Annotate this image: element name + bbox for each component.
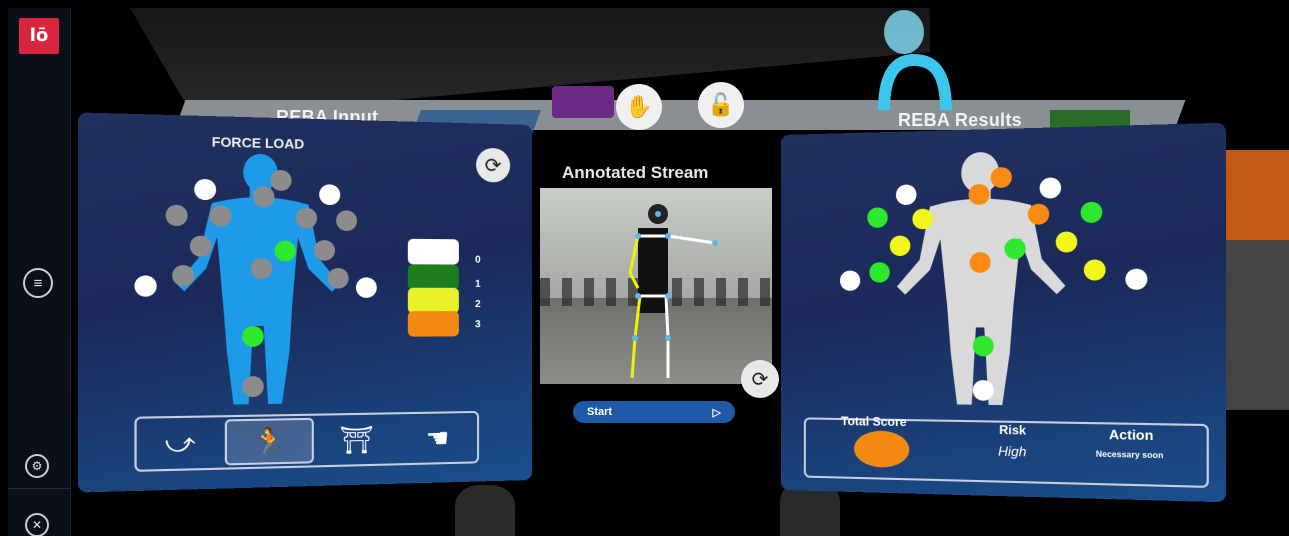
action-label: Action — [1108, 426, 1154, 444]
reba-results-panel: Total Score Risk High Action Necessary s… — [781, 122, 1226, 503]
legend-label: 0 — [475, 254, 481, 266]
push-load-icon[interactable]: 🏃 — [225, 417, 314, 466]
risk-value: High — [998, 443, 1027, 460]
body-dot[interactable] — [270, 169, 292, 191]
rotate-body-icon[interactable]: ⤻ — [137, 417, 223, 469]
body-dot[interactable] — [336, 210, 358, 232]
legend-swatch-3 — [407, 311, 459, 337]
legend-label: 2 — [475, 298, 481, 311]
app-logo[interactable]: lō — [19, 18, 59, 54]
body-dot[interactable] — [250, 258, 273, 280]
body-dot[interactable] — [252, 186, 275, 208]
left-controller — [455, 485, 515, 536]
body-dot[interactable] — [209, 205, 232, 227]
legend-swatch-1 — [407, 264, 459, 290]
close-icon[interactable]: ✕ — [25, 513, 49, 536]
result-dot — [869, 262, 890, 283]
result-dot — [1080, 201, 1103, 224]
legend-label: 3 — [475, 319, 481, 331]
result-dot — [1004, 238, 1026, 260]
menu-icon[interactable]: ≡ — [23, 268, 53, 298]
body-dot[interactable] — [274, 240, 296, 262]
result-dot — [889, 235, 911, 257]
stream-title: Annotated Stream — [562, 163, 709, 182]
hand-grip-icon[interactable]: ☚ — [397, 413, 477, 463]
body-dot[interactable] — [134, 275, 157, 297]
result-dot — [969, 252, 991, 273]
sidebar-divider — [8, 488, 70, 489]
body-dot[interactable] — [319, 184, 341, 206]
unlock-icon[interactable]: 🔓 — [698, 82, 744, 128]
play-icon: ▷ — [712, 406, 721, 419]
body-dot[interactable] — [295, 207, 318, 229]
start-label: Start — [587, 406, 613, 418]
start-button[interactable]: Start ▷ — [573, 401, 735, 423]
avatar-icon — [878, 10, 952, 110]
annotated-video — [540, 188, 772, 384]
results-summary: Total Score Risk High Action Necessary s… — [803, 413, 1209, 488]
background-purple-box — [552, 86, 614, 118]
body-dot[interactable] — [242, 325, 264, 347]
result-dot — [1125, 268, 1148, 290]
desk-worker-icon[interactable]: ⛩ — [315, 414, 397, 465]
vr-scene: lō ≡ ⚙ ✕ ✋ 🔓 REBA Input FORCE LOAD ⟳ 0 1… — [0, 0, 1289, 536]
body-dot[interactable] — [189, 235, 212, 257]
body-dot[interactable] — [194, 178, 217, 201]
legend-swatch-2 — [407, 287, 459, 314]
refresh-icon[interactable]: ⟳ — [476, 147, 511, 183]
legend-label: 1 — [475, 278, 481, 290]
legend-swatch-0 — [407, 238, 459, 265]
body-dot[interactable] — [327, 267, 349, 289]
skeleton-overlay — [628, 204, 718, 379]
result-dot — [912, 208, 934, 230]
reba-input-panel: FORCE LOAD ⟳ 0 1 2 3 ⤻ 🏃 ⛩ ☚ — [78, 112, 533, 493]
body-dot[interactable] — [355, 277, 377, 298]
result-dot — [1083, 259, 1106, 281]
gear-icon[interactable]: ⚙ — [25, 454, 49, 478]
stream-refresh-icon[interactable]: ⟳ — [741, 360, 779, 398]
body-dot[interactable] — [165, 204, 188, 227]
posture-toolbar: ⤻ 🏃 ⛩ ☚ — [134, 410, 480, 472]
result-dot — [972, 335, 994, 357]
hand-icon[interactable]: ✋ — [616, 84, 662, 130]
result-dot — [1055, 231, 1078, 253]
risk-label: Risk — [999, 422, 1027, 438]
result-dot — [972, 379, 994, 401]
result-dot — [839, 270, 861, 291]
force-load-label: FORCE LOAD — [211, 133, 305, 152]
total-score-label: Total Score — [840, 413, 907, 430]
body-dot[interactable] — [313, 239, 335, 261]
action-value: Necessary soon — [1095, 449, 1164, 461]
sidebar: lō ≡ ⚙ ✕ — [8, 8, 71, 536]
body-dot[interactable] — [172, 265, 195, 287]
total-score-indicator — [854, 430, 910, 469]
